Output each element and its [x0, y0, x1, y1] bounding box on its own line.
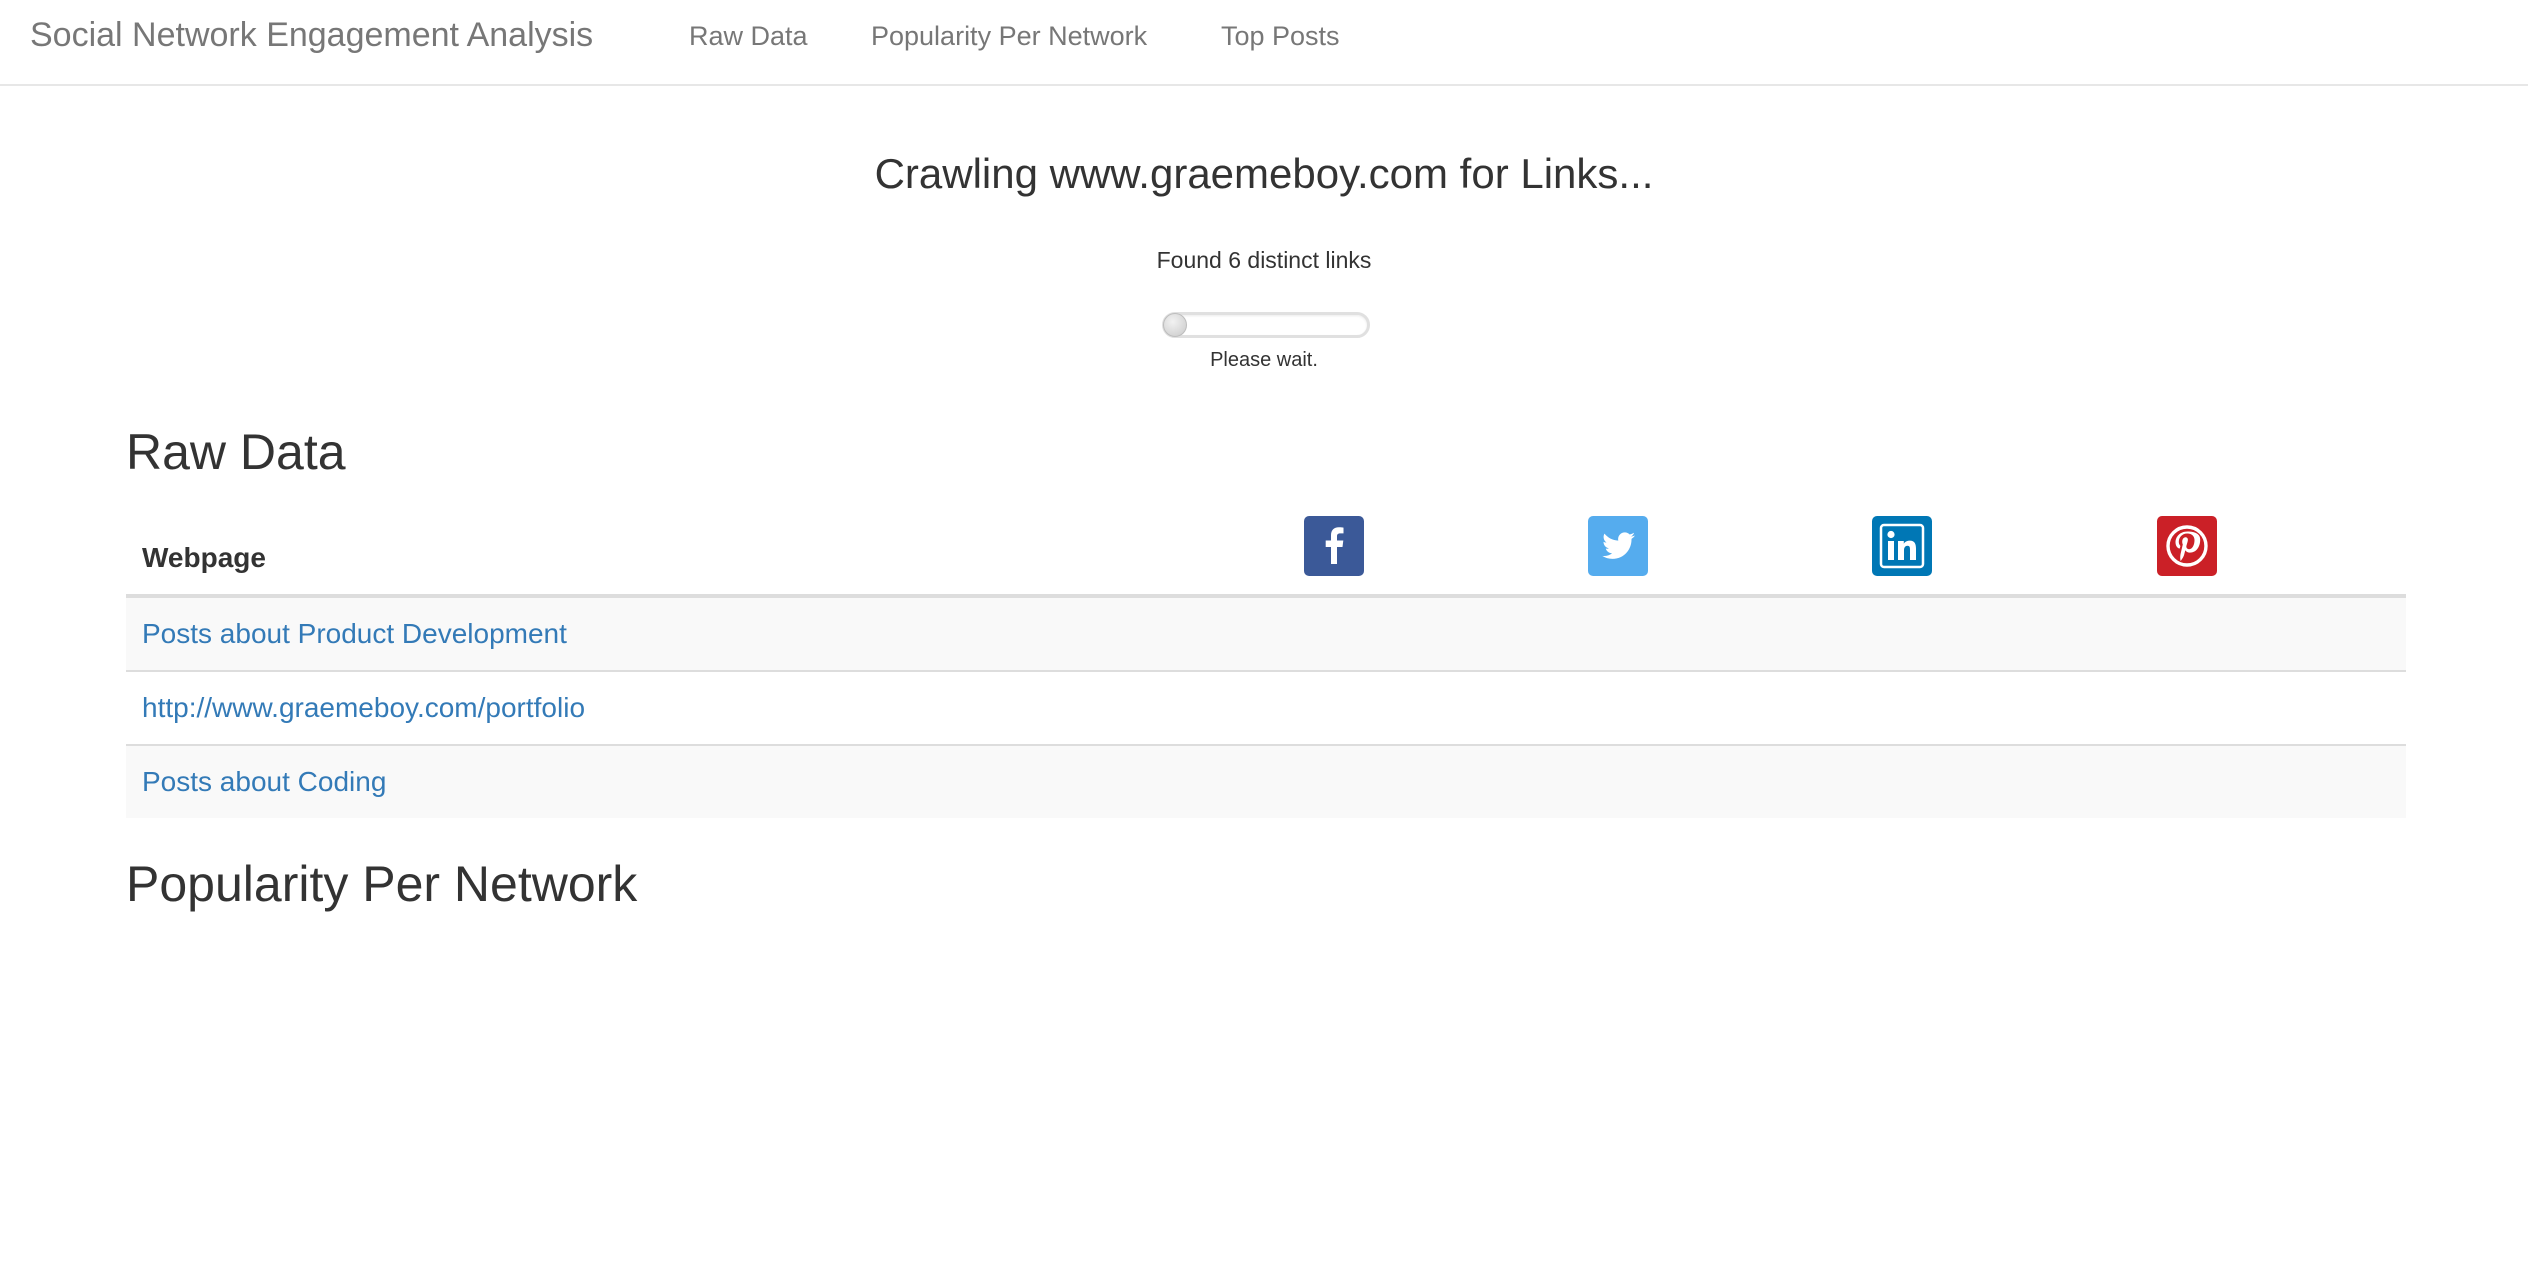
table-row: Posts about Product Development — [126, 598, 2406, 672]
column-header-webpage: Webpage — [142, 542, 266, 573]
nav-link-popularity-per-network[interactable]: Popularity Per Network — [871, 18, 1147, 54]
raw-data-table: Webpage Posts about Product Development … — [126, 508, 2406, 818]
webpage-link[interactable]: Posts about Product Development — [142, 616, 567, 652]
table-header: Webpage — [126, 508, 2406, 598]
table-row: Posts about Coding — [126, 746, 2406, 818]
nav-link-top-posts[interactable]: Top Posts — [1221, 18, 1340, 54]
navbar-brand[interactable]: Social Network Engagement Analysis — [30, 14, 593, 56]
linkedin-icon — [1872, 516, 1932, 576]
crawl-progress-bar — [1162, 312, 1370, 338]
webpage-link[interactable]: Posts about Coding — [142, 764, 386, 800]
crawl-status-title: Crawling www.graemeboy.com for Links... — [874, 150, 1654, 197]
popularity-per-network-heading: Popularity Per Network — [126, 856, 638, 912]
nav-link-raw-data[interactable]: Raw Data — [689, 18, 808, 54]
webpage-link[interactable]: http://www.graemeboy.com/portfolio — [142, 690, 585, 726]
please-wait-text: Please wait. — [1210, 349, 1318, 371]
navbar: Social Network Engagement Analysis Raw D… — [0, 0, 2528, 86]
table-row: http://www.graemeboy.com/portfolio — [126, 672, 2406, 746]
twitter-icon — [1588, 516, 1648, 576]
facebook-icon — [1304, 516, 1364, 576]
found-links-count: Found 6 distinct links — [1156, 247, 1372, 273]
pinterest-icon — [2157, 516, 2217, 576]
progress-indicator — [1163, 313, 1187, 337]
raw-data-heading: Raw Data — [126, 424, 346, 480]
